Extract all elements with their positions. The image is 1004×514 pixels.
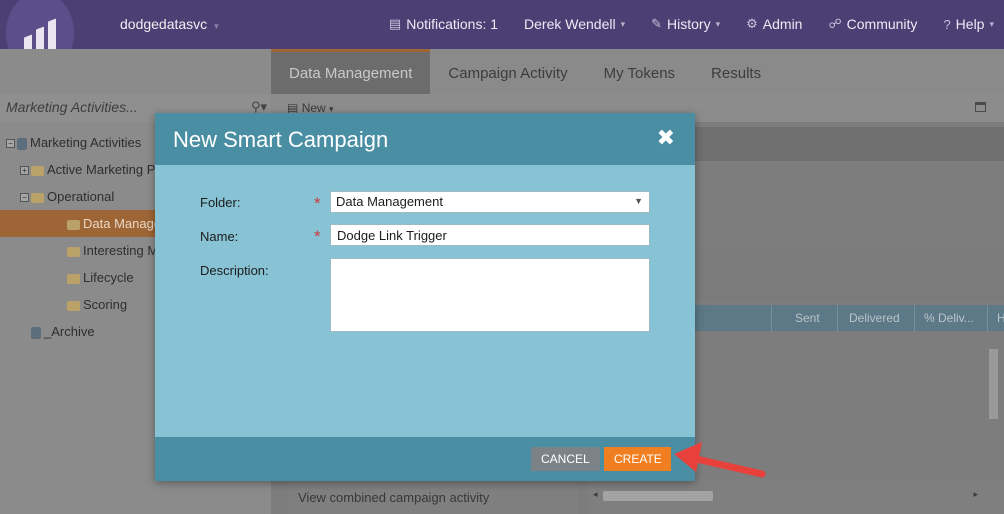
bottom-link-row: View combined campaign activity [288,479,578,514]
folder-icon [31,165,44,176]
horizontal-scrollbar[interactable] [603,491,713,501]
description-textarea[interactable] [330,258,650,332]
tree-item-label: Operational [47,189,115,204]
main-tabs: Data Management Campaign Activity My Token… [271,49,1004,94]
people-icon: ☍ [828,16,842,31]
scroll-left-icon[interactable]: ◂ [593,489,598,500]
top-nav-label: Admin [762,16,803,32]
tab-campaign-activity[interactable]: Campaign Activity [430,49,585,94]
tree-item-label: Active Marketing P [47,162,156,177]
gear-icon: ⚙ [746,16,758,31]
chevron-down-icon: ▾ [715,18,721,29]
top-bar: dodgedatasvc ▾ ▤ Notifications: 1 Derek We… [0,0,1004,74]
chevron-down-icon: ▾ [214,21,219,31]
required-asterisk: * [314,227,321,246]
view-combined-link[interactable]: View combined campaign activity [298,490,489,505]
tab-results[interactable]: Results [693,49,779,94]
top-nav-item[interactable]: ✎ History ▾ [651,16,720,32]
folder-icon [31,192,44,203]
column-delivered[interactable]: Delivered [849,311,900,325]
chevron-down-icon: ▾ [620,18,626,29]
scroll-right-icon[interactable]: ▸ [973,489,978,500]
top-nav-label: Community [846,16,918,32]
dialog-header: New Smart Campaign ✖ [155,113,695,165]
archive-icon [31,326,41,339]
help-icon: ? [943,16,951,32]
wand-icon: ✎ [651,16,663,31]
folder-select[interactable]: Data Management ▼ [330,191,650,213]
top-nav-label: Notifications: 1 [406,16,499,32]
vertical-scrollbar[interactable] [989,349,998,419]
folder-label: Folder: [200,195,241,210]
dialog-footer: CANCEL CREATE [155,437,695,481]
collapse-icon[interactable]: − [20,193,29,203]
required-asterisk: * [314,194,321,213]
column-pct-delivered[interactable]: % Deliv... [924,311,974,325]
top-nav-label: Derek Wendell [524,16,616,32]
tree-item-label: Lifecycle [83,270,134,285]
horizontal-scroll-area: ◂ ▸ [589,479,1004,514]
top-nav-label: History [667,16,711,32]
name-label: Name: [200,229,239,244]
tree-item-label: _Archive [44,324,95,339]
top-nav-item[interactable]: ▤ Notifications: 1 [389,16,498,32]
tree-item-label: Marketing Activities [30,135,142,150]
folder-icon [67,219,80,230]
top-nav-item[interactable]: ⚙ Admin [746,16,802,32]
close-icon[interactable]: ✖ [657,127,675,149]
dialog-body: Folder: * Data Management ▼ Name: * Desc… [155,165,695,437]
top-nav-item[interactable]: ? Help ▾ [943,16,994,32]
panel-toggle-icon[interactable] [975,102,986,112]
folder-icon [67,273,80,284]
top-nav: ▤ Notifications: 1 Derek Wendell ▾ ✎ History ▾… [363,16,994,32]
cancel-button[interactable]: CANCEL [531,447,600,471]
tab-my-tokens[interactable]: My Tokens [586,49,693,94]
tree-item-label: Scoring [83,297,128,312]
folder-icon [67,246,80,257]
database-icon [17,137,27,150]
chevron-down-icon: ▾ [989,18,994,29]
column-h[interactable]: H [997,311,1004,325]
tab-data-management[interactable]: Data Management [271,49,431,94]
top-nav-item[interactable]: Derek Wendell ▾ [524,16,625,32]
account-name[interactable]: dodgedatasvc ▾ [120,16,219,32]
notebook-icon: ▤ [388,16,402,31]
create-button[interactable]: CREATE [604,447,671,471]
description-label: Description: [200,263,269,278]
top-nav-item[interactable]: ☍ Community [828,16,917,32]
new-smart-campaign-dialog: New Smart Campaign ✖ Folder: * Data Mana… [155,113,695,481]
expand-icon[interactable]: + [20,166,29,176]
collapse-icon[interactable]: − [6,139,15,149]
chevron-down-icon: ▼ [634,196,643,206]
folder-icon [67,300,80,311]
dialog-title: New Smart Campaign [173,127,389,152]
top-nav-label: Help [955,16,985,32]
column-sent[interactable]: Sent [795,311,820,325]
name-input[interactable] [330,224,650,246]
